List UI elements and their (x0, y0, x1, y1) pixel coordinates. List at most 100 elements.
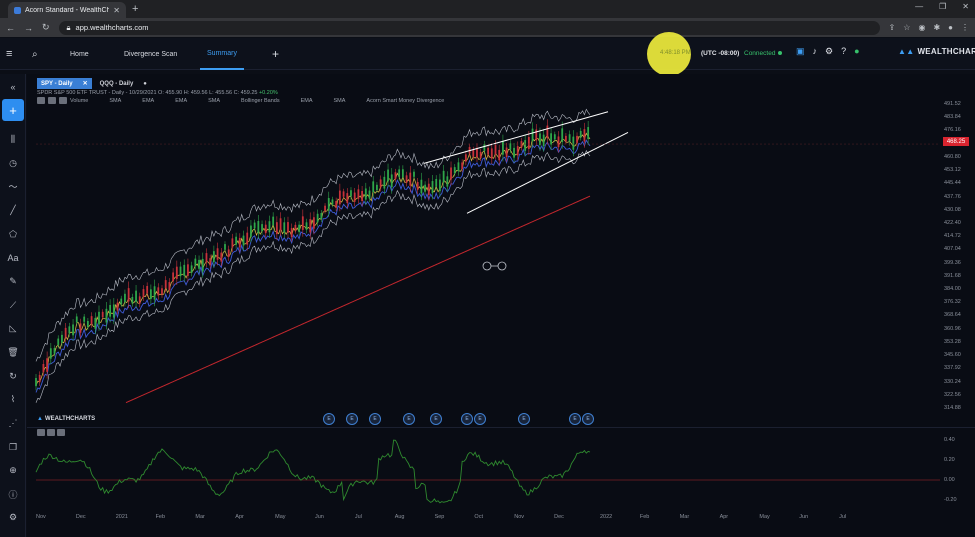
candle-body (398, 169, 401, 178)
candle-body (327, 198, 330, 211)
time-tick-label: May (275, 514, 286, 520)
price-tick-label: 376.32 (944, 299, 961, 306)
candle-body (131, 296, 134, 304)
lower-brand-text: WEALTHCHARTS (44, 416, 96, 422)
candle-body (502, 141, 504, 155)
price-tick-label: 368.64 (944, 312, 961, 319)
candle-body (446, 176, 449, 187)
candle-body (212, 251, 215, 263)
candle-body (524, 140, 527, 151)
candle-body (361, 190, 364, 202)
candle-body (127, 288, 130, 302)
price-tick-label: 322.56 (944, 391, 961, 398)
event-marker[interactable]: E (323, 413, 335, 425)
candle-body (513, 147, 515, 158)
time-tick-label: Oct (474, 514, 483, 520)
candle-body (242, 235, 245, 246)
candle-body (390, 174, 393, 188)
candle-body (175, 266, 178, 279)
candle-body (539, 133, 541, 146)
time-tick-label: Feb (639, 514, 650, 520)
candle-body (424, 184, 426, 192)
candle-body (268, 221, 271, 233)
candle-body (379, 179, 382, 188)
candle-body (46, 358, 49, 372)
candle-body (442, 170, 445, 183)
candle-body (235, 236, 238, 245)
last-price-tag: 468.25 (943, 137, 969, 146)
candle-body (109, 305, 112, 317)
drawing-handle-left (482, 261, 492, 271)
candle-body (324, 205, 326, 211)
candle-body (83, 316, 86, 322)
candle-body (535, 129, 538, 141)
event-marker[interactable]: E (346, 413, 358, 425)
oscillator-tick-label: 0.40 (944, 437, 955, 443)
candle-body (487, 147, 489, 155)
candle-body (316, 213, 319, 223)
price-tick-label: 491.52 (944, 101, 961, 107)
price-tick-label: 345.60 (944, 352, 961, 359)
event-marker[interactable]: E (430, 413, 442, 425)
candle-body (75, 316, 78, 323)
candle-body (413, 171, 415, 177)
event-marker[interactable]: E (582, 413, 594, 425)
candle-body (372, 181, 375, 193)
price-tick-label: 483.84 (944, 114, 961, 121)
candle-body (116, 302, 119, 311)
candle-body (98, 311, 100, 325)
candle-body (198, 259, 200, 269)
event-marker[interactable]: E (403, 413, 415, 425)
candle-body (364, 188, 367, 200)
candle-body (250, 225, 252, 237)
event-marker[interactable]: E (569, 413, 581, 425)
candle-body (546, 125, 549, 139)
delete-indicator-icon[interactable] (57, 429, 65, 436)
oscillator-tick-label: 0.00 (944, 477, 955, 483)
candle-body (201, 258, 204, 272)
price-tick-label: 407.04 (944, 246, 961, 253)
price-tick-label: 460.80 (944, 153, 961, 160)
event-marker[interactable]: E (518, 413, 530, 425)
candle-body (38, 374, 41, 383)
candle-body (313, 217, 315, 229)
candle-body (264, 224, 267, 234)
candle-body (494, 145, 497, 155)
candle-body (194, 258, 197, 266)
candle-body (227, 249, 230, 258)
candle-body (342, 191, 345, 197)
price-tick-label: 391.68 (944, 272, 961, 279)
visibility-icon[interactable] (37, 429, 45, 436)
price-chart-svg[interactable] (0, 0, 975, 537)
candle-body (138, 296, 141, 304)
candle-body (416, 181, 419, 190)
price-tick-label: 453.12 (944, 167, 961, 174)
candle-body (338, 190, 341, 205)
price-tick-label: 422.40 (944, 219, 961, 226)
candle-body (79, 323, 82, 333)
candle-body (427, 183, 430, 195)
price-tick-label: 384.00 (944, 286, 961, 293)
time-tick-label: Feb (155, 514, 166, 520)
ema-slow-line (35, 139, 591, 393)
price-tick-label: 314.88 (944, 405, 961, 411)
candle-body (35, 378, 37, 387)
candle-body (190, 265, 193, 273)
candle-body (357, 189, 360, 199)
event-marker[interactable]: E (369, 413, 381, 425)
event-marker[interactable]: E (474, 413, 486, 425)
candle-body (531, 128, 534, 142)
event-marker[interactable]: E (461, 413, 473, 425)
candle-body (527, 137, 530, 149)
candle-body (561, 128, 564, 142)
candle-body (350, 190, 352, 197)
candle-body (331, 199, 334, 205)
settings-toggle-icon[interactable] (47, 429, 55, 436)
candle-body (346, 193, 349, 204)
candle-body (53, 348, 56, 354)
candle-body (149, 289, 152, 300)
candle-body (157, 287, 160, 296)
drawing-handle-right (497, 261, 507, 271)
candle-body (42, 363, 45, 373)
candle-body (439, 179, 441, 192)
